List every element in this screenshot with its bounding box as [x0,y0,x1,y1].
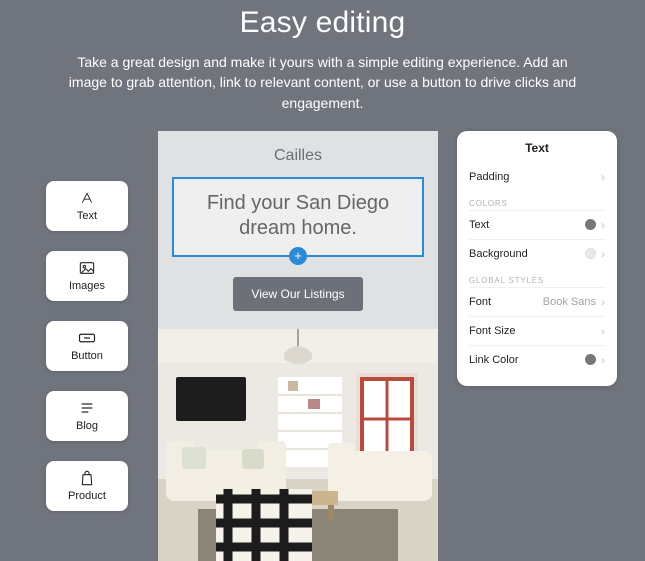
row-label: Text [469,219,489,231]
selected-text-block[interactable]: Find your San Diego dream home. + [172,177,424,257]
color-swatch [585,354,596,365]
cta-button[interactable]: View Our Listings [233,277,362,311]
properties-panel: Text Padding › COLORS Text › Background … [457,131,617,386]
hero-image [158,329,438,561]
palette-label: Button [71,350,103,362]
hero-title: Easy editing [0,6,645,40]
section-global: GLOBAL STYLES [469,276,605,285]
palette-label: Images [69,280,105,292]
row-label: Link Color [469,354,519,366]
color-swatch [585,219,596,230]
row-label: Font Size [469,325,515,337]
font-value: Book Sans [543,296,596,308]
palette-product[interactable]: Product [46,461,128,511]
chevron-right-icon: › [601,247,605,261]
row-text-color[interactable]: Text › [469,210,605,239]
row-label: Background [469,248,528,260]
palette-images[interactable]: Images [46,251,128,301]
color-swatch [585,248,596,259]
site-title: Cailles [158,131,438,177]
row-link-color[interactable]: Link Color › [469,345,605,374]
palette-button[interactable]: Button [46,321,128,371]
design-canvas[interactable]: Cailles Find your San Diego dream home. … [158,131,438,561]
text-icon [80,189,94,207]
section-colors: COLORS [469,199,605,208]
panel-title: Text [469,141,605,155]
chevron-right-icon: › [601,295,605,309]
block-palette: Text Images Button Blog Product [46,181,128,511]
chevron-right-icon: › [601,218,605,232]
row-padding[interactable]: Padding › [469,163,605,191]
product-icon [80,469,94,487]
button-icon [78,329,96,347]
row-label: Padding [469,171,509,183]
chevron-right-icon: › [601,353,605,367]
row-label: Font [469,296,491,308]
row-font-size[interactable]: Font Size › [469,316,605,345]
blog-icon [79,399,95,417]
image-icon [79,259,95,277]
chevron-right-icon: › [601,324,605,338]
hero-subtitle: Take a great design and make it yours wi… [58,52,588,113]
palette-text[interactable]: Text [46,181,128,231]
chevron-right-icon: › [601,170,605,184]
palette-blog[interactable]: Blog [46,391,128,441]
palette-label: Blog [76,420,98,432]
row-font[interactable]: Font Book Sans › [469,287,605,316]
headline-text: Find your San Diego dream home. [184,191,412,241]
cta-wrap: View Our Listings [158,277,438,311]
palette-label: Text [77,210,97,222]
editor-stage: Text Images Button Blog Product [0,129,645,559]
palette-label: Product [68,490,106,502]
add-block-button[interactable]: + [289,247,307,265]
row-background-color[interactable]: Background › [469,239,605,268]
